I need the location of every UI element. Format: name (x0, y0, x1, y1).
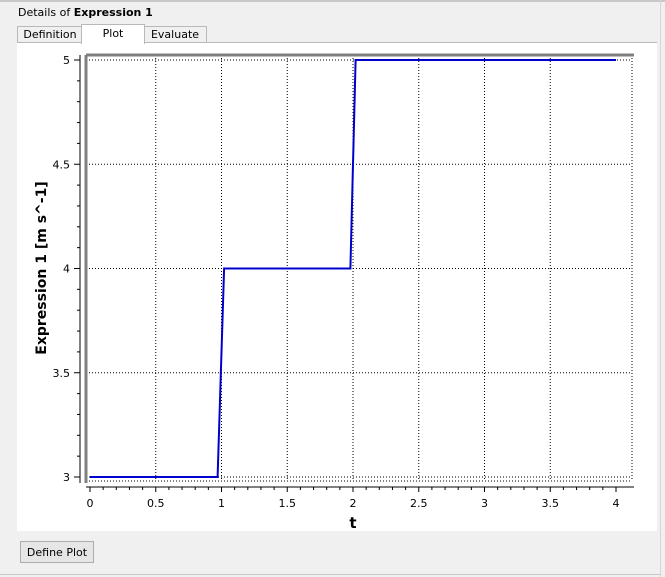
x-tick-label: 0 (87, 497, 94, 510)
x-tick-label: 1 (218, 497, 225, 510)
y-axis-title: Expression 1 [m s^-1] (34, 181, 50, 354)
tab-plot[interactable]: Plot (81, 24, 145, 44)
y-tick-label: 4 (63, 263, 70, 276)
x-tick-label: 2 (350, 497, 357, 510)
x-tick-label: 3 (481, 497, 488, 510)
y-tick-label: 3.5 (53, 367, 71, 380)
y-tick-label: 4.5 (53, 158, 71, 171)
plot-chart: 0 0.5 1 1.5 2 2.5 3 3.5 4 3 3.5 4 4.5 5 t Expression 1 … (34, 53, 634, 532)
x-tick-label: 3.5 (542, 497, 560, 510)
x-axis-title: t (349, 514, 356, 532)
x-tick-label: 1.5 (279, 497, 297, 510)
y-tick-label: 3 (63, 471, 70, 484)
y-tick-label: 5 (63, 54, 70, 67)
x-tick-label: 2.5 (410, 497, 428, 510)
x-tick-label: 0.5 (147, 497, 165, 510)
x-tick-label: 4 (613, 497, 620, 510)
define-plot-button[interactable]: Define Plot (20, 541, 94, 563)
